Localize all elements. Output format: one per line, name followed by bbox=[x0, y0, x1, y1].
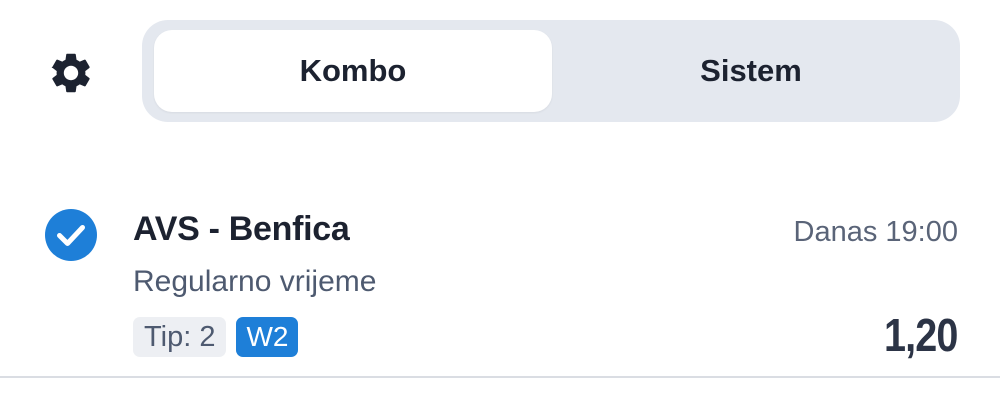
match-title: AVS - Benfica bbox=[133, 210, 350, 248]
settings-button[interactable] bbox=[44, 46, 98, 100]
tab-sistem[interactable]: Sistem bbox=[552, 30, 950, 112]
tab-kombo[interactable]: Kombo bbox=[154, 30, 552, 112]
bet-selection-row[interactable]: AVS - Benfica Danas 19:00 Regularno vrij… bbox=[0, 190, 1000, 388]
check-circle-icon[interactable] bbox=[44, 208, 98, 262]
bet-tags: Tip: 2 W2 bbox=[133, 317, 299, 357]
odds-value: 1,20 bbox=[884, 309, 958, 361]
market-name: Regularno vrijeme bbox=[133, 265, 377, 298]
bet-type-tabs: Kombo Sistem bbox=[142, 20, 960, 122]
gear-icon bbox=[51, 53, 90, 93]
match-time: Danas 19:00 bbox=[793, 216, 958, 248]
tip-badge: Tip: 2 bbox=[133, 317, 227, 357]
outcome-code-badge: W2 bbox=[236, 317, 299, 357]
row-divider bbox=[0, 376, 1000, 378]
